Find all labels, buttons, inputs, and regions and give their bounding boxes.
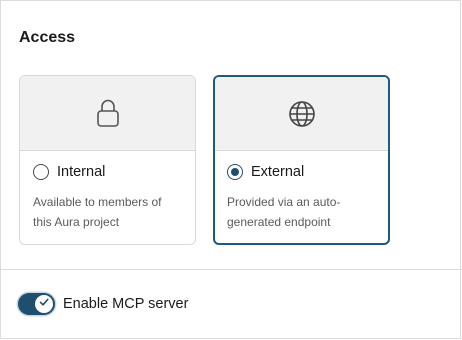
section-title: Access bbox=[19, 29, 76, 46]
access-panel: Access Internal Available to members of … bbox=[0, 0, 462, 339]
internal-label: Internal bbox=[57, 164, 106, 180]
external-description: Provided via an auto-generated endpoint bbox=[227, 195, 341, 229]
external-radio[interactable] bbox=[227, 164, 243, 180]
toggle-knob bbox=[35, 295, 53, 313]
internal-radio[interactable] bbox=[33, 164, 49, 180]
internal-description: Available to members of this Aura projec… bbox=[33, 195, 162, 229]
access-option-internal[interactable]: Internal Available to members of this Au… bbox=[19, 75, 196, 245]
check-icon bbox=[38, 295, 50, 313]
globe-icon bbox=[288, 100, 316, 128]
lock-icon bbox=[96, 98, 120, 128]
external-label: External bbox=[251, 164, 305, 180]
enable-mcp-toggle[interactable] bbox=[18, 293, 55, 315]
divider bbox=[1, 269, 462, 270]
enable-mcp-label: Enable MCP server bbox=[63, 296, 189, 312]
option-illustration bbox=[20, 76, 195, 151]
option-illustration bbox=[215, 77, 388, 151]
access-option-external[interactable]: External Provided via an auto-generated … bbox=[213, 75, 390, 245]
mcp-toggle-row: Enable MCP server bbox=[18, 293, 188, 315]
